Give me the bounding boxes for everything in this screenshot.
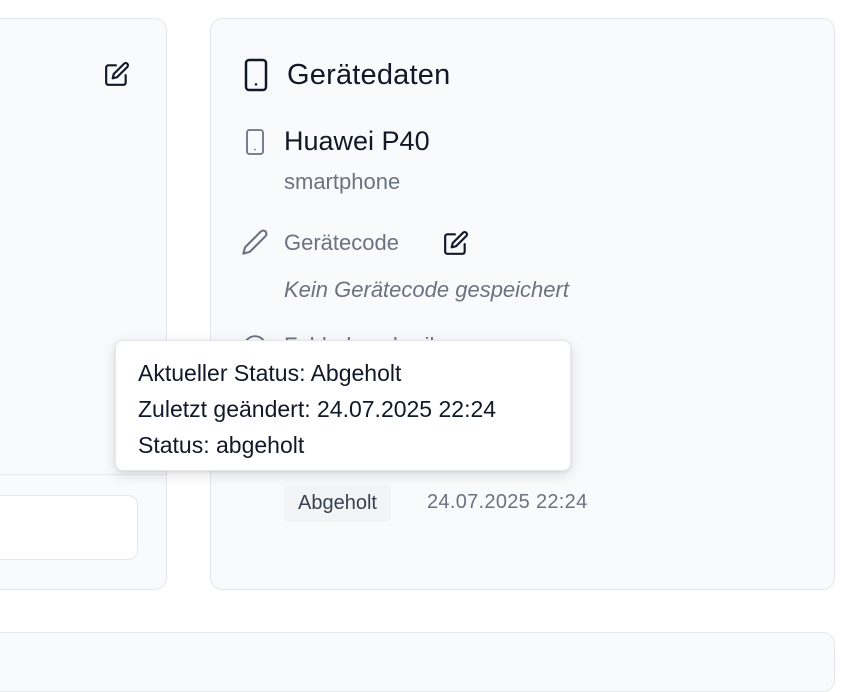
status-badge[interactable]: Abgeholt bbox=[284, 485, 391, 522]
left-card-divider bbox=[0, 474, 166, 475]
tooltip-current-status: Aktueller Status: Abgeholt bbox=[138, 360, 402, 386]
edit-icon bbox=[444, 231, 468, 255]
device-type: smartphone bbox=[284, 169, 401, 194]
status-timestamp: 24.07.2025 22:24 bbox=[427, 491, 588, 513]
smartphone-icon bbox=[244, 58, 268, 92]
edit-icon bbox=[105, 62, 129, 86]
left-card-edit-button[interactable] bbox=[102, 59, 132, 89]
status-tooltip: Aktueller Status: Abgeholt Zuletzt geänd… bbox=[115, 340, 571, 471]
device-row-icon bbox=[241, 128, 269, 156]
device-code-label: Gerätecode bbox=[284, 230, 399, 255]
tooltip-status: Status: abgeholt bbox=[138, 432, 305, 458]
card-title: Gerätedaten bbox=[241, 57, 450, 93]
smartphone-icon bbox=[246, 129, 264, 155]
code-row-icon bbox=[241, 228, 269, 256]
card-title-text: Gerätedaten bbox=[287, 58, 451, 91]
left-card bbox=[0, 18, 167, 590]
device-code-empty-text: Kein Gerätecode gespeichert bbox=[284, 277, 569, 302]
pencil-icon bbox=[242, 229, 268, 255]
bottom-card bbox=[0, 632, 835, 692]
device-code-edit-button[interactable] bbox=[441, 228, 471, 258]
device-data-card: Gerätedaten Huawei P40 smartphone Geräte… bbox=[210, 18, 835, 590]
device-name: Huawei P40 bbox=[284, 126, 430, 156]
left-card-input[interactable] bbox=[0, 495, 138, 560]
tooltip-last-changed: Zuletzt geändert: 24.07.2025 22:24 bbox=[138, 396, 497, 422]
